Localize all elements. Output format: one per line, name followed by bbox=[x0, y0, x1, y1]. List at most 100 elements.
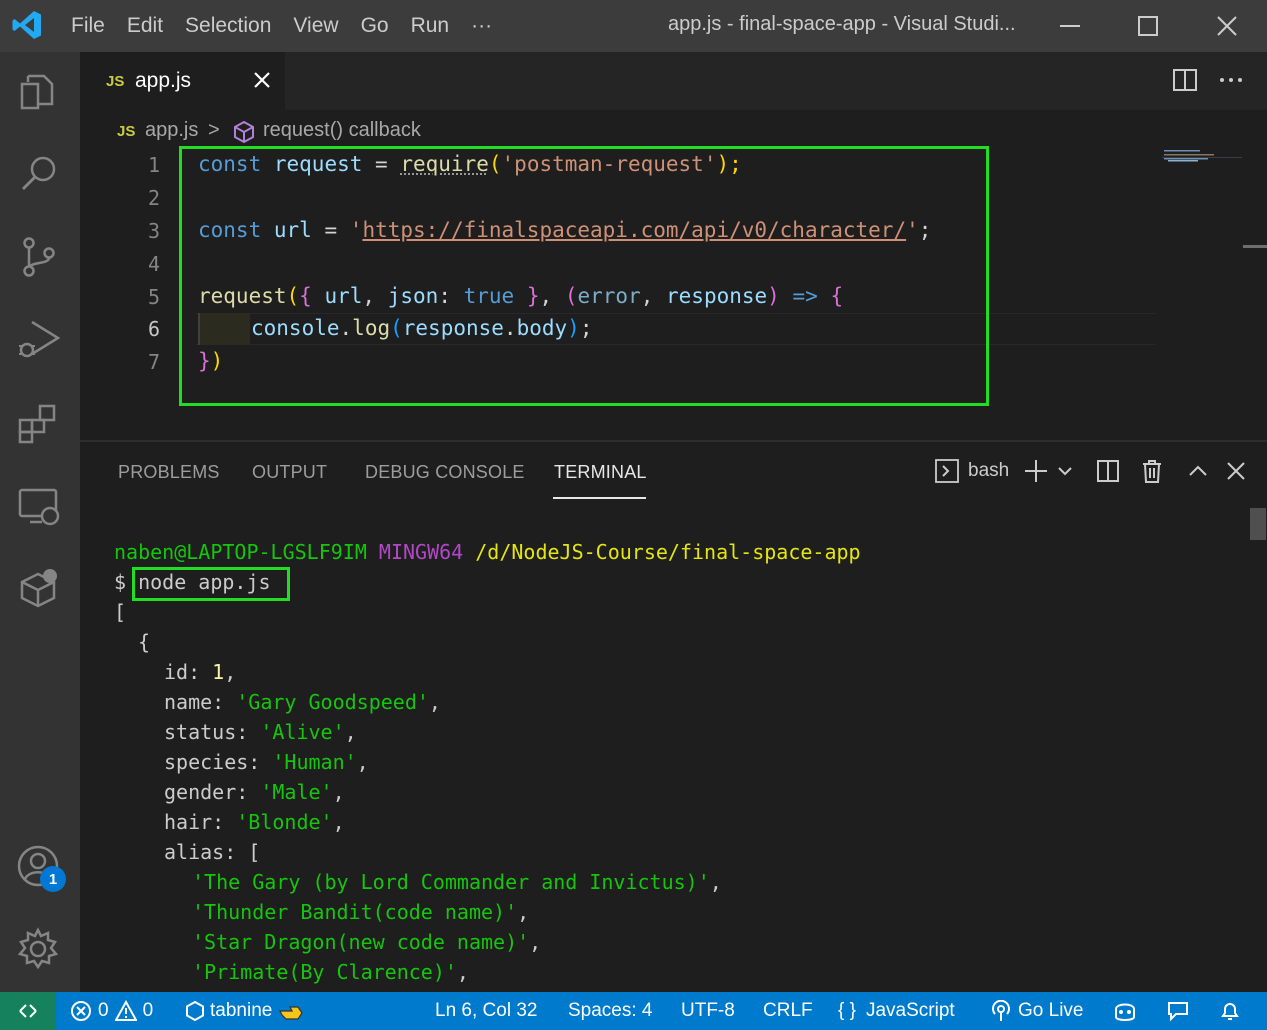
minimize-button[interactable] bbox=[1035, 0, 1105, 52]
terminal-scrollbar[interactable] bbox=[1250, 508, 1266, 540]
maximize-panel-icon[interactable] bbox=[1185, 458, 1211, 484]
symbol-method-icon bbox=[234, 120, 254, 144]
terminal-line: 'The Gary (by Lord Commander and Invictu… bbox=[192, 870, 722, 894]
menu-selection[interactable]: Selection bbox=[174, 14, 282, 38]
remote-explorer-icon[interactable] bbox=[16, 484, 62, 530]
terminal-line: species: 'Human', bbox=[164, 750, 369, 774]
remote-indicator[interactable] bbox=[0, 992, 56, 1030]
menu-edit[interactable]: Edit bbox=[116, 14, 174, 38]
line-number: 5 bbox=[147, 285, 160, 309]
breadcrumb-file[interactable]: app.js bbox=[145, 119, 198, 142]
terminal-line: name: 'Gary Goodspeed', bbox=[164, 690, 441, 714]
close-tab-icon[interactable] bbox=[250, 68, 274, 92]
active-tab-indicator bbox=[553, 497, 646, 499]
terminal-line: gender: 'Male', bbox=[164, 780, 345, 804]
terminal-prompt-line: naben@LAPTOP-LGSLF9IM MINGW64 /d/NodeJS-… bbox=[114, 540, 861, 564]
terminal-line: id: 1, bbox=[164, 660, 237, 684]
split-editor-icon[interactable] bbox=[1171, 66, 1199, 94]
maximize-icon bbox=[1138, 16, 1158, 36]
menu-view[interactable]: View bbox=[282, 14, 349, 38]
copilot-icon[interactable] bbox=[1112, 999, 1138, 1023]
terminal-line: { bbox=[138, 630, 151, 654]
remote-icon bbox=[19, 1004, 37, 1018]
chevron-down-icon[interactable] bbox=[1055, 458, 1075, 484]
bell-icon[interactable] bbox=[1218, 999, 1242, 1023]
broadcast-icon bbox=[992, 1000, 1010, 1021]
status-bar: 0 0 tabnine Ln 6, Col 32 Spaces: 4 UTF-8… bbox=[0, 992, 1267, 1030]
tab-output[interactable]: OUTPUT bbox=[252, 462, 327, 483]
pointing-hand-icon bbox=[279, 1006, 304, 1020]
trash-icon[interactable] bbox=[1139, 458, 1165, 484]
javascript-file-icon: JS bbox=[106, 73, 125, 90]
tab-debug-console[interactable]: DEBUG CONSOLE bbox=[365, 462, 525, 483]
close-icon bbox=[1217, 16, 1237, 36]
close-panel-icon[interactable] bbox=[1223, 458, 1249, 484]
line-number: 7 bbox=[147, 350, 160, 374]
editor-actions bbox=[1171, 66, 1245, 94]
new-terminal-icon[interactable] bbox=[1023, 458, 1049, 484]
explorer-icon[interactable] bbox=[16, 68, 62, 114]
minimize-icon bbox=[1060, 25, 1080, 27]
tabnine-icon bbox=[186, 1001, 204, 1021]
terminal-line: 'Star Dragon(new code name)', bbox=[192, 930, 542, 954]
line-number: 4 bbox=[147, 252, 160, 276]
run-debug-icon[interactable] bbox=[16, 316, 62, 362]
problems-status[interactable]: 0 0 bbox=[70, 1000, 153, 1022]
more-actions-icon[interactable] bbox=[1217, 66, 1245, 94]
activity-bar: 1 bbox=[0, 52, 80, 992]
tab-label: app.js bbox=[135, 69, 192, 92]
highlight-box-command bbox=[132, 567, 290, 601]
editor-tab-bar: JS app.js bbox=[80, 52, 1267, 110]
tabnine-label: tabnine bbox=[210, 1000, 273, 1021]
cursor-position[interactable]: Ln 6, Col 32 bbox=[435, 1000, 537, 1022]
bottom-panel: PROBLEMS OUTPUT DEBUG CONSOLE TERMINAL b… bbox=[80, 442, 1267, 992]
tab-terminal[interactable]: TERMINAL bbox=[554, 462, 647, 483]
terminal-line: 'Primate(By Clarence)', bbox=[192, 960, 469, 984]
terminal-line: [ bbox=[114, 600, 127, 624]
encoding-status[interactable]: UTF-8 bbox=[681, 1000, 735, 1022]
minimap[interactable] bbox=[1162, 150, 1242, 170]
error-icon bbox=[71, 1001, 91, 1021]
line-number-active: 6 bbox=[147, 317, 160, 341]
search-icon[interactable] bbox=[16, 150, 62, 196]
code-editor[interactable]: 1 2 3 4 5 6 7 const request = require('p… bbox=[80, 146, 1267, 440]
line-number: 2 bbox=[147, 186, 160, 210]
eol-status[interactable]: CRLF bbox=[763, 1000, 813, 1022]
source-control-icon[interactable] bbox=[16, 234, 62, 280]
extensions-icon[interactable] bbox=[16, 400, 62, 446]
menu-run[interactable]: Run bbox=[400, 14, 461, 38]
warning-icon bbox=[114, 1000, 137, 1021]
panel-actions: bash bbox=[934, 456, 1249, 486]
tab-app-js[interactable]: JS app.js bbox=[80, 52, 285, 110]
close-window-button[interactable] bbox=[1192, 0, 1262, 52]
feedback-icon[interactable] bbox=[1166, 999, 1190, 1023]
terminal-line: hair: 'Blonde', bbox=[164, 810, 345, 834]
vscode-logo-icon bbox=[12, 11, 41, 39]
tabnine-status[interactable]: tabnine bbox=[186, 1000, 304, 1022]
language-mode[interactable]: { } JavaScript bbox=[838, 1000, 955, 1022]
menu-go[interactable]: Go bbox=[350, 14, 400, 38]
highlight-box-code bbox=[179, 146, 989, 406]
terminal-icon bbox=[935, 459, 959, 483]
maximize-button[interactable] bbox=[1113, 0, 1183, 52]
go-live-button[interactable]: Go Live bbox=[990, 1000, 1083, 1022]
indentation-status[interactable]: Spaces: 4 bbox=[568, 1000, 653, 1022]
menu-bar: File Edit Selection View Go Run ··· bbox=[60, 0, 503, 52]
docker-icon[interactable] bbox=[16, 566, 62, 612]
editor-scrollbar[interactable] bbox=[1243, 245, 1267, 248]
line-number: 1 bbox=[147, 153, 160, 177]
gear-icon[interactable] bbox=[16, 926, 62, 972]
breadcrumb: JS app.js > request() callback bbox=[80, 110, 1267, 150]
javascript-file-icon: JS bbox=[117, 123, 136, 140]
menu-more[interactable]: ··· bbox=[460, 14, 503, 38]
braces-icon: { } bbox=[838, 1000, 856, 1021]
terminal-line: alias: [ bbox=[164, 840, 261, 864]
menu-file[interactable]: File bbox=[60, 14, 116, 38]
line-number: 3 bbox=[147, 219, 160, 243]
terminal-shell-label[interactable]: bash bbox=[968, 460, 1009, 482]
breadcrumb-symbol[interactable]: request() callback bbox=[263, 119, 421, 142]
window-title: app.js - final-space-app - Visual Studi.… bbox=[668, 13, 1016, 35]
tab-problems[interactable]: PROBLEMS bbox=[118, 462, 220, 483]
terminal-line: status: 'Alive', bbox=[164, 720, 357, 744]
split-terminal-icon[interactable] bbox=[1095, 458, 1121, 484]
